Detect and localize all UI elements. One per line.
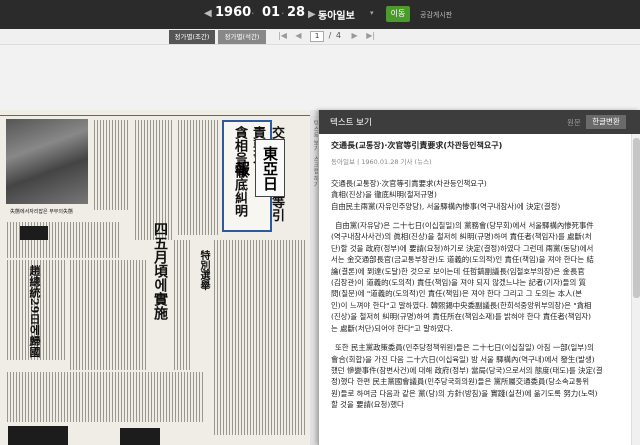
lead-line: 自由民主兩黨(자유민주양당), 서울驛構內惨事(역구내참사)에 決定(결정) (331, 201, 561, 211)
text-column (172, 240, 192, 370)
text-line: 할 것을 要請(요청)했다 (331, 400, 404, 410)
last-page-button[interactable]: ▶| (366, 31, 375, 40)
text-line: 서는 金交通部長官(금교통부장관)도 道義的(도의적)인 責任(책임)을 져야 … (331, 255, 594, 265)
text-line: 自由黨(자유당)은 二十七日(이십칠일)의 黨務會(당무회)에서 서울驛構內惨死… (335, 221, 594, 231)
text-column (212, 240, 307, 435)
text-line: 인)이 느껴야 한다"고 말하였다. 韓熙錫中央委副議長(한희석중앙위부의장)은… (331, 300, 592, 310)
newspaper-logo: 東亞日報 (233, 139, 285, 197)
date-navigation-bar: ◀ 1960 · 01 · 28 ▶ 동아일보 ▾ 이동 공감게시판 (0, 0, 640, 29)
chevron-down-icon[interactable]: ▾ (370, 9, 374, 17)
page-total: 4 (335, 31, 341, 40)
panel-title: 텍스트 보기 (330, 118, 372, 128)
board-link[interactable]: 공감게시판 (420, 10, 452, 20)
viewer-background (0, 45, 640, 110)
text-line: 는 處斷(처단)되어야 한다"고 말하였다. (331, 323, 453, 333)
text-line: 會合(회합)을 가진 다음 二十六日(이십육일) 밤 서울 驛構內(역구내)에서… (331, 354, 595, 364)
page-pager: |◀ ◀ 1 / 4 ▶ ▶| (278, 31, 375, 42)
scrollbar-thumb[interactable] (633, 138, 640, 298)
next-page-button[interactable]: ▶ (352, 31, 358, 40)
text-line: 論(결론)에 到達(도달)한 것으로 보이는데 任哲鎬副議長(임철호부의장)은 … (331, 266, 585, 276)
headline-small: 趙總統29日에歸國 (28, 265, 41, 358)
page-masthead-rule (0, 110, 310, 116)
text-line: (역구내참사사건)의 眞相(진상)을 철저히 糾明(규명)하여 責任者(책임자)… (331, 232, 592, 242)
text-line: (진상)을 철저히 糾明(규명)하여 責任所在(책임소재)를 밝혀야 한다 責任… (331, 312, 592, 322)
prev-year-button[interactable]: ◀ (204, 8, 212, 19)
lead-block: 交通長(교통장)·次官等引責要求(차관등인책요구) 貪相(진상)을 徹底糾明(철… (331, 178, 627, 212)
article-title: 交通長(교통장)·次官等引責要求(차관등인책요구) (331, 141, 503, 150)
article-text: 交通長(교통장)·次官等引責要求(차관등인책요구) 동아일보 | 1960.01… (331, 140, 627, 419)
go-button[interactable]: 이동 (386, 6, 410, 22)
text-line: 정)했다 한편 民主黨國會議員(민주당국회의원)들은 黨所屬交通委員(당소속교통… (331, 377, 590, 387)
text-column (92, 120, 130, 210)
paragraph-1: 自由黨(자유당)은 二十七日(이십칠일)의 黨務會(당무회)에서 서울驛構內惨死… (331, 220, 627, 334)
page-separator: / (328, 31, 332, 40)
text-column (68, 260, 148, 370)
article-meta: 동아일보 | 1960.01.28 기사 (뉴스) (331, 158, 432, 167)
text-line: 단)할 것을 政府(정부)에 要請(요청)하기로 決定(결정)하였다 그런데 兩… (331, 243, 594, 253)
text-line: 또한 民主黨政策委員(민주당정책위원)들은 二十七日(이십칠일) 아침 一部(일… (335, 343, 594, 353)
advertisement (8, 426, 68, 445)
text-view-panel: 텍스트 보기 원문 한글변환 交通長(교통장)·次官等引責要求(차관등인책요구)… (318, 110, 640, 445)
text-column (5, 372, 205, 422)
photo-caption: 失態에서자리잡은 부부의失態 (10, 209, 73, 215)
date-separator: · (281, 7, 285, 20)
news-photo (6, 119, 88, 204)
text-column (176, 120, 220, 235)
black-label-box (20, 226, 48, 240)
panel-scrollbar[interactable] (631, 134, 640, 445)
original-text-button[interactable]: 원문 (567, 117, 581, 128)
advertisement (120, 428, 160, 445)
lead-line: 交通長(교통장)·次官等引責要求(차관등인책요구) (331, 178, 487, 188)
lead-line: 貪相(진상)을 徹底糾明(철저규명) (331, 190, 437, 200)
paragraph-2: 또한 民主黨政策委員(민주당정책위원)들은 二十七日(이십칠일) 아침 一部(일… (331, 342, 627, 410)
next-day-button[interactable]: ▶ (308, 9, 316, 20)
text-line: 했던 慘變事件(참변사건)에 대해 政府(정부) 當局(당국)으로서의 態度(태… (331, 365, 603, 375)
newspaper-page-image[interactable]: 失態에서자리잡은 부부의失態 交通長·次官等引責要求 貪相을徹底糾明 東亞日報 … (0, 110, 310, 445)
prev-page-button[interactable]: ◀ (295, 31, 301, 40)
hangul-convert-button[interactable]: 한글변환 (586, 115, 626, 129)
tab-evening-edition[interactable]: 정가별(석간) (218, 30, 266, 44)
tab-morning-edition[interactable]: 정가별(조간) (169, 30, 215, 44)
date-separator: · (251, 7, 255, 20)
day-field[interactable]: 28 (287, 5, 305, 20)
page-number-input[interactable]: 1 (310, 31, 325, 42)
text-line: (김장관)이 道義的(도의적) 責任(책임)을 져야 되지 않겠느냐는 記者(기… (331, 278, 587, 288)
panel-header: 텍스트 보기 원문 한글변환 (319, 110, 640, 134)
text-line: 원)들로 하여금 다음과 같은 黨(당)의 方針(방침)을 實踐(실천)에 옮기… (331, 388, 598, 398)
headline-medium: 特別選舉 (198, 250, 209, 290)
newspaper-select[interactable]: 동아일보 (318, 7, 355, 22)
text-line: 問(질문)에 "道義的(도의적)인 責任(책임)은 져야 한다 그리고 그 도의… (331, 289, 583, 299)
month-field[interactable]: 01 (262, 5, 280, 20)
year-field[interactable]: 1960 (215, 5, 251, 20)
headline-big: 四五月頃에實施 (152, 222, 168, 320)
first-page-button[interactable]: |◀ (278, 31, 287, 40)
edition-bar: 정가별(조간) 정가별(석간) |◀ ◀ 1 / 4 ▶ ▶| (0, 29, 640, 45)
